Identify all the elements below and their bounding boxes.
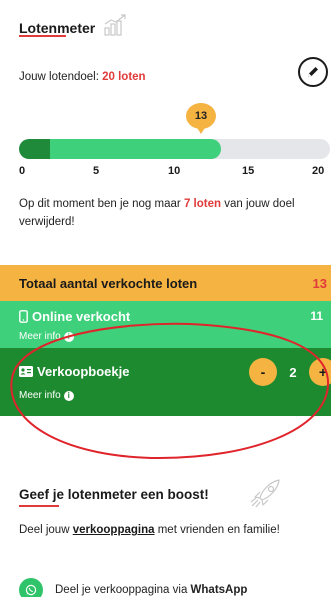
online-sold-title: Online verkocht — [19, 309, 130, 324]
whatsapp-text: Deel je verkooppagina via — [55, 584, 188, 596]
id-card-icon — [19, 366, 33, 377]
online-sold-row: Online verkocht 11 Meer info i — [0, 301, 331, 348]
more-info-label: Meer info — [19, 331, 61, 342]
total-sold-count: 13 — [312, 276, 327, 291]
phone-icon — [19, 310, 28, 323]
info-icon: i — [63, 331, 74, 342]
online-sold-label: Online verkocht — [32, 309, 131, 324]
share-text-part: Deel jouw — [19, 524, 70, 536]
tick-label: 0 — [19, 165, 26, 177]
total-sold-label: Totaal aantal verkochte loten — [19, 276, 198, 291]
booklet-more-info-link[interactable]: Meer info i — [19, 390, 74, 401]
whatsapp-bold: WhatsApp — [190, 584, 248, 596]
booklet-title: Verkoopboekje — [19, 364, 129, 379]
progress-message: Op dit moment ben je nog maar 7 loten va… — [19, 195, 319, 231]
more-info-label: Meer info — [19, 390, 61, 401]
increment-button[interactable]: + — [309, 358, 331, 386]
booklet-quantity-stepper: - 2 + — [249, 358, 331, 386]
title-underline — [19, 35, 66, 37]
share-description: Deel jouw verkooppagina met vrienden en … — [19, 522, 309, 539]
tick-label: 10 — [168, 165, 181, 177]
whatsapp-share-row[interactable]: Deel je verkooppagina via WhatsApp — [19, 578, 247, 597]
goal-line: Jouw lotendoel: 20 loten — [19, 71, 146, 83]
booklet-label: Verkoopboekje — [37, 364, 130, 379]
total-sold-row: Totaal aantal verkochte loten 13 — [0, 265, 331, 301]
remaining-count: 7 loten — [183, 198, 221, 210]
boost-underline — [19, 505, 59, 507]
booklet-quantity-value: 2 — [289, 364, 297, 380]
goal-value: 20 loten — [102, 71, 146, 83]
rocket-icon — [250, 479, 280, 508]
whatsapp-icon — [19, 578, 43, 597]
tick-label: 20 — [312, 165, 325, 177]
decrement-button[interactable]: - — [249, 358, 277, 386]
bubble-pointer — [196, 126, 206, 134]
edit-goal-button[interactable] — [298, 57, 328, 87]
goal-prefix: Jouw lotendoel: — [19, 71, 99, 83]
boost-heading: Geef je lotenmeter een boost! — [19, 487, 209, 502]
online-sold-count: 11 — [310, 309, 323, 323]
progress-fill-booklet — [19, 139, 51, 159]
whatsapp-share-label: Deel je verkooppagina via WhatsApp — [55, 584, 247, 596]
share-text-part: met vrienden en familie! — [157, 524, 280, 536]
bar-chart-icon — [104, 14, 126, 36]
booklet-row: Verkoopboekje Meer info i - 2 + — [0, 348, 331, 416]
header: Lotenmeter — [19, 14, 127, 36]
tick-label: 5 — [93, 165, 100, 177]
page-title: Lotenmeter — [19, 20, 96, 36]
pencil-icon — [308, 67, 318, 77]
message-text: Op dit moment ben je nog maar — [19, 198, 181, 210]
tick-label: 15 — [242, 165, 255, 177]
info-icon: i — [63, 390, 74, 401]
online-more-info-link[interactable]: Meer info i — [19, 331, 74, 342]
progress-bar — [19, 139, 330, 159]
sales-page-link[interactable]: verkooppagina — [73, 524, 155, 536]
